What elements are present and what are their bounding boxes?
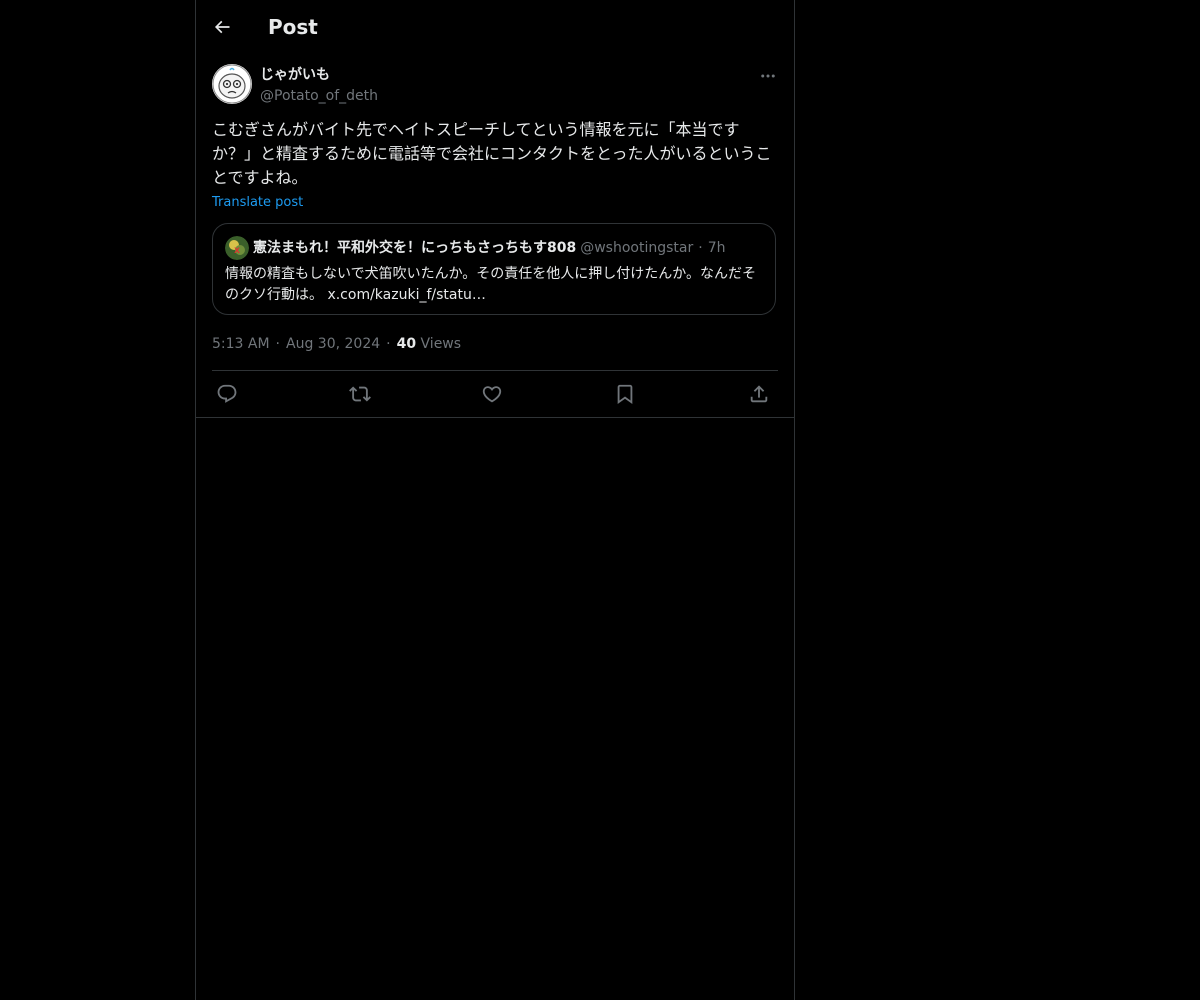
repost-button[interactable] — [348, 382, 372, 406]
more-options-button[interactable] — [756, 64, 780, 88]
like-button[interactable] — [480, 382, 504, 406]
post-detail-column: Post じゃがいも @Potato_of_deth こむぎさんがバイト先でヘイ… — [195, 0, 795, 1000]
translate-post-link[interactable]: Translate post — [212, 194, 303, 212]
arrow-left-icon — [212, 17, 232, 37]
bookmark-button[interactable] — [613, 382, 637, 406]
reply-button[interactable] — [215, 382, 239, 406]
header: Post — [196, 0, 794, 54]
share-button[interactable] — [747, 382, 771, 406]
quote-timestamp: 7h — [707, 240, 726, 256]
author-name[interactable]: じゃがいも — [260, 65, 330, 85]
post-bottom-border — [196, 417, 794, 418]
reply-icon — [216, 383, 238, 405]
post-time[interactable]: 5:13 AM — [212, 336, 270, 352]
post-date[interactable]: Aug 30, 2024 — [286, 336, 380, 352]
author-handle[interactable]: @Potato_of_deth — [260, 86, 378, 106]
quote-separator: · — [698, 240, 703, 256]
quote-header: 憲法まもれ！平和外交を！にっちもさっちもす808 @wshootingstar · 7… — [253, 238, 725, 258]
like-icon — [481, 383, 503, 405]
svg-text:x: x — [234, 245, 240, 256]
quote-author-name: 憲法まもれ！平和外交を！にっちもさっちもす808 — [253, 240, 577, 256]
quote-author-avatar: x — [225, 236, 249, 260]
back-button[interactable] — [206, 11, 238, 43]
author-avatar[interactable] — [212, 64, 252, 104]
page-title: Post — [268, 15, 318, 39]
views-label: Views — [420, 336, 462, 352]
divider — [212, 370, 778, 371]
quoted-post[interactable]: x 憲法まもれ！平和外交を！にっちもさっちもす808 @wshootingstar… — [212, 223, 776, 315]
bookmark-icon — [614, 383, 636, 405]
more-horizontal-icon — [759, 67, 777, 85]
views-count: 40 — [396, 336, 417, 352]
post-meta: 5:13 AM · Aug 30, 2024 · 40 Views — [212, 334, 461, 354]
meta-separator: · — [386, 336, 391, 352]
repost-icon — [349, 383, 371, 405]
share-icon — [748, 383, 770, 405]
post-actions — [212, 372, 778, 416]
post-text: こむぎさんがバイト先でヘイトスピーチしてという情報を元に「本当ですか？」と精査す… — [212, 120, 772, 187]
meta-separator: · — [275, 336, 280, 352]
quote-author-handle: @wshootingstar — [580, 240, 694, 256]
quote-text: 情報の精査もしないで犬笛吹いたんか。その責任を他人に押し付けたんか。なんだそのク… — [225, 266, 757, 303]
